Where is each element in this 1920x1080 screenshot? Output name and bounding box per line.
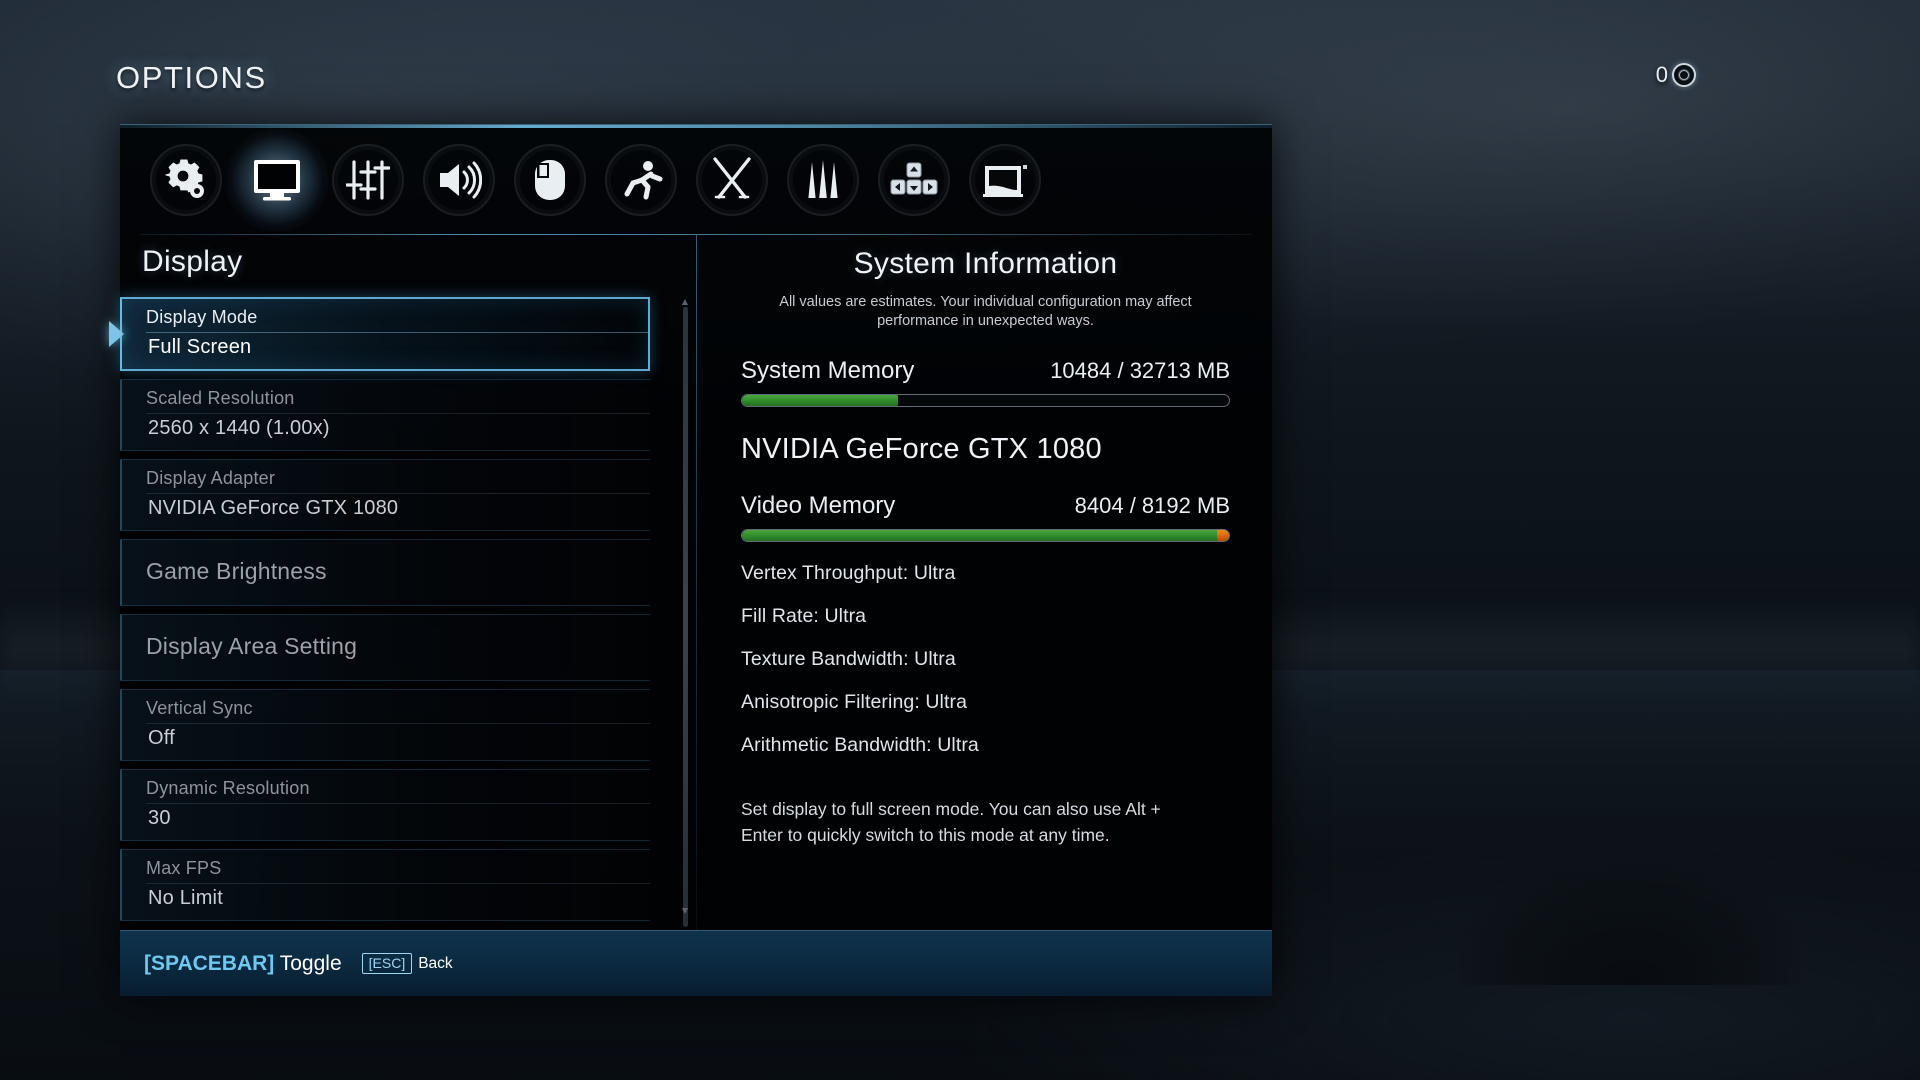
setting-label: Display Adapter [146,468,276,488]
setting-label: Max FPS [146,858,222,878]
system-memory-bar [741,394,1230,408]
setting-value: Full Screen [146,332,648,359]
crossed-swords-icon [712,157,751,199]
hint-toggle-key: [SPACEBAR] [144,951,275,975]
setting-row-vertical-sync[interactable]: Vertical Sync Off [120,689,650,761]
tab-display[interactable] [224,128,329,232]
settings-scrollbar[interactable] [682,299,689,927]
tab-graphics[interactable] [322,130,413,230]
hint-back-label: Back [418,954,453,972]
currency-amount: 0 [1655,62,1668,87]
gpu-stat-fill-rate: Fill Rate: Ultra [741,605,867,628]
setting-row-display-mode[interactable]: Display Mode Full Screen [109,297,650,371]
system-info-note: All values are estimates. Your individua… [779,294,1192,330]
video-memory-bar-fill [742,530,1229,542]
hint-toggle-label: Toggle [279,951,342,975]
setting-row-game-brightness[interactable]: Game Brightness [120,539,650,606]
gpu-name: NVIDIA GeForce GTX 1080 [741,433,1102,466]
tab-mouse[interactable] [504,130,595,230]
speaker-icon [439,161,482,199]
setting-label: Vertical Sync [146,698,253,718]
gpu-stats-list: Vertex Throughput: Ultra Fill Rate: Ultr… [741,562,1230,757]
page-title: OPTIONS [116,60,267,95]
setting-description: Set display to full screen mode. You can… [741,799,1161,845]
tab-combat[interactable] [686,130,777,230]
system-info-title: System Information [853,247,1118,280]
options-content: Display Display Mode Full Screen Scaled … [109,235,1272,930]
system-memory-bar-fill [742,395,898,407]
setting-label: Dynamic Resolution [146,778,310,798]
scroll-up-arrow-icon[interactable] [682,299,688,305]
system-memory-header: System Memory 10484 / 32713 MB [741,357,1230,385]
setting-label: Display Mode [146,307,258,327]
setting-row-display-adapter[interactable]: Display Adapter NVIDIA GeForce GTX 1080 [120,459,650,531]
video-memory-header: Video Memory 8404 / 8192 MB [741,492,1230,520]
ring-coin-icon [1672,63,1696,87]
gpu-stat-anisotropic-filtering: Anisotropic Filtering: Ultra [741,691,968,714]
monitor-icon [253,160,300,201]
footer-hint-bar: [SPACEBAR] Toggle [ESC] Back [120,930,1272,996]
hint-toggle: [SPACEBAR] Toggle [144,952,342,976]
selection-caret-icon [109,321,124,347]
setting-value: 30 [146,803,650,830]
currency-counter: 0 [1656,62,1696,88]
tab-magic[interactable] [777,130,868,230]
arrow-keys-icon [890,162,937,195]
system-memory-value: 10484 / 32713 MB [1050,358,1230,384]
hint-back[interactable]: [ESC] Back [361,953,453,974]
settings-list: Display Mode Full Screen Scaled Resoluti… [109,297,650,929]
setting-label: Scaled Resolution [146,388,295,408]
video-memory-label: Video Memory [741,492,896,520]
options-panel: Display Display Mode Full Screen Scaled … [109,124,1272,996]
video-memory-value: 8404 / 8192 MB [1074,493,1230,519]
runner-icon [624,161,662,200]
video-memory-bar [741,529,1230,543]
tab-movement[interactable] [595,130,686,230]
gpu-stat-texture-bandwidth: Texture Bandwidth: Ultra [741,648,956,671]
gpu-stat-arithmetic-bandwidth: Arithmetic Bandwidth: Ultra [741,734,979,757]
tab-gameplay[interactable] [140,130,231,230]
system-information-panel: System Information All values are estima… [697,235,1272,930]
gear-icon [164,159,204,198]
section-title: Display [142,245,243,278]
setting-row-max-fps[interactable]: Max FPS No Limit [120,849,650,921]
system-memory-label: System Memory [741,357,915,385]
scrollbar-thumb[interactable] [683,307,688,927]
setting-row-display-area-setting[interactable]: Display Area Setting [120,614,650,681]
sliders-icon [345,160,390,200]
setting-value: No Limit [146,883,650,910]
scroll-down-arrow-icon[interactable] [682,908,688,914]
tab-keybinds[interactable] [868,130,959,230]
options-tab-bar [120,125,1272,235]
setting-row-scaled-resolution[interactable]: Scaled Resolution 2560 x 1440 (1.00x) [120,379,650,451]
hint-back-key: [ESC] [361,953,413,974]
mouse-icon [534,160,565,200]
setting-value: Off [146,723,650,750]
setting-value: NVIDIA GeForce GTX 1080 [146,493,650,520]
gpu-stat-vertex-throughput: Vertex Throughput: Ultra [741,562,956,585]
setting-row-dynamic-resolution[interactable]: Dynamic Resolution 30 [120,769,650,841]
spikes-icon [807,160,838,198]
setting-label: Game Brightness [146,558,327,584]
setting-value: 2560 x 1440 (1.00x) [146,413,650,440]
settings-column: Display Display Mode Full Screen Scaled … [109,235,696,930]
background-rock [1460,865,1800,985]
setting-label: Display Area Setting [146,633,358,659]
screen-area-icon [982,165,1027,197]
tab-interface[interactable] [959,130,1050,230]
tab-audio[interactable] [413,130,504,230]
